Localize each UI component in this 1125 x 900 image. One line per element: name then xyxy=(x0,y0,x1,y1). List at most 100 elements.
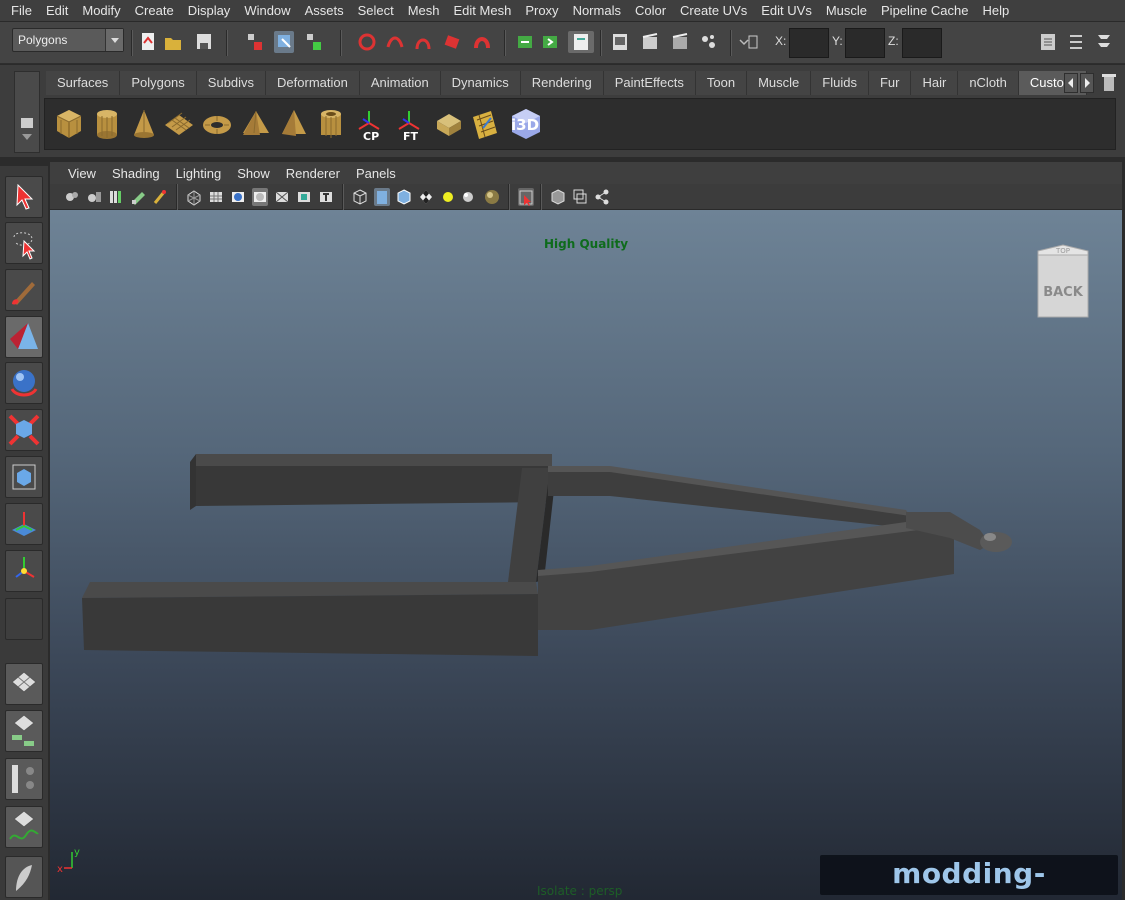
tab-fur[interactable]: Fur xyxy=(868,71,912,95)
view-cube[interactable]: TOP BACK xyxy=(1034,241,1092,321)
z-coord-field[interactable] xyxy=(902,28,942,58)
poly-pyramid-icon[interactable] xyxy=(278,107,310,141)
move-tool-button[interactable] xyxy=(5,550,43,592)
x-coord-field[interactable] xyxy=(789,28,829,58)
tab-dynamics[interactable]: Dynamics xyxy=(440,71,521,95)
menu-edit[interactable]: Edit xyxy=(39,0,75,22)
select-object-icon[interactable] xyxy=(274,31,294,53)
menu-color[interactable]: Color xyxy=(628,0,673,22)
attribute-editor-toggle-icon[interactable] xyxy=(1038,31,1058,53)
save-scene-icon[interactable] xyxy=(194,31,214,53)
poly-torus-icon[interactable] xyxy=(201,107,233,141)
menu-help[interactable]: Help xyxy=(975,0,1016,22)
lights-icon[interactable] xyxy=(318,188,334,206)
menu-edit-mesh[interactable]: Edit Mesh xyxy=(447,0,519,22)
universal-manipulator-tool-button[interactable] xyxy=(5,316,43,358)
poly-cone-icon[interactable] xyxy=(128,107,160,141)
tab-hair[interactable]: Hair xyxy=(911,71,959,95)
shadows-icon[interactable] xyxy=(460,188,476,206)
trash-icon[interactable] xyxy=(1100,71,1118,93)
select-handle-mask-icon[interactable] xyxy=(357,31,377,53)
menu-assets[interactable]: Assets xyxy=(298,0,351,22)
y-coord-field[interactable] xyxy=(845,28,885,58)
box-icon[interactable] xyxy=(432,107,464,141)
single-perspective-layout-button[interactable] xyxy=(5,663,43,705)
tab-surfaces[interactable]: Surfaces xyxy=(46,71,121,95)
trailer-drawbar-model[interactable] xyxy=(50,210,1122,900)
tab-rendering[interactable]: Rendering xyxy=(520,71,604,95)
poly-plane-icon[interactable] xyxy=(163,107,195,141)
menu-select[interactable]: Select xyxy=(351,0,401,22)
wireframe-on-shaded-icon[interactable] xyxy=(396,188,412,206)
isolate-select-icon[interactable] xyxy=(518,188,534,206)
select-hierarchy-icon[interactable] xyxy=(245,31,265,53)
grease-pencil-icon[interactable] xyxy=(152,188,168,206)
tab-toon[interactable]: Toon xyxy=(695,71,748,95)
menu-pipeline-cache[interactable]: Pipeline Cache xyxy=(874,0,975,22)
select-curve-mask-icon[interactable] xyxy=(413,31,433,53)
menu-muscle[interactable]: Muscle xyxy=(819,0,874,22)
menu-set-selector[interactable]: Polygons xyxy=(12,28,124,52)
poly-cylinder-icon[interactable] xyxy=(91,107,123,141)
menu-create[interactable]: Create xyxy=(128,0,181,22)
textured-checker-icon[interactable] xyxy=(418,188,434,206)
select-surface-mask-icon[interactable] xyxy=(442,31,462,53)
panel-menu-view[interactable]: View xyxy=(60,166,104,181)
scale-tool-button[interactable] xyxy=(5,409,43,451)
paint-select-tool-button[interactable] xyxy=(5,269,43,311)
render-settings-icon[interactable] xyxy=(698,31,718,53)
menu-create-uvs[interactable]: Create UVs xyxy=(673,0,754,22)
menu-modify[interactable]: Modify xyxy=(75,0,127,22)
persp-graph-editor-layout-button[interactable] xyxy=(5,806,43,848)
tool-settings-toggle-icon[interactable] xyxy=(1066,31,1086,53)
wireframe-icon[interactable] xyxy=(186,188,202,206)
select-component-icon[interactable] xyxy=(304,31,324,53)
shelf-scroll-left-icon[interactable] xyxy=(1064,73,1078,93)
rotate-tool-button[interactable] xyxy=(5,362,43,404)
camera-attributes-icon[interactable] xyxy=(86,188,102,206)
snap-to-grid-icon[interactable] xyxy=(515,31,535,53)
menu-display[interactable]: Display xyxy=(181,0,238,22)
new-scene-icon[interactable] xyxy=(138,31,158,53)
last-used-tool-button[interactable] xyxy=(5,598,43,640)
tab-painteffects[interactable]: PaintEffects xyxy=(603,71,696,95)
tab-subdivs[interactable]: Subdivs xyxy=(196,71,267,95)
select-deform-mask-icon[interactable] xyxy=(472,31,492,53)
xray-active-components-icon[interactable] xyxy=(572,188,588,206)
feather-tool-button[interactable] xyxy=(5,856,43,898)
bookmarks-icon[interactable] xyxy=(108,188,124,206)
lasso-tool-button[interactable] xyxy=(5,222,43,264)
poly-prism-icon[interactable] xyxy=(240,107,272,141)
menu-file[interactable]: File xyxy=(4,0,39,22)
panel-menu-lighting[interactable]: Lighting xyxy=(168,166,230,181)
menu-normals[interactable]: Normals xyxy=(566,0,628,22)
resolution-gate-icon[interactable] xyxy=(594,188,610,206)
render-view-icon[interactable] xyxy=(610,31,630,53)
show-manipulator-tool-button[interactable] xyxy=(5,456,43,498)
tab-muscle[interactable]: Muscle xyxy=(747,71,812,95)
soft-mod-tool-button[interactable] xyxy=(5,503,43,545)
menu-edit-uvs[interactable]: Edit UVs xyxy=(754,0,819,22)
tab-ncloth[interactable]: nCloth xyxy=(958,71,1019,95)
shaded-icon[interactable] xyxy=(230,188,246,206)
texture-icon[interactable] xyxy=(296,188,312,206)
menu-mesh[interactable]: Mesh xyxy=(401,0,447,22)
input-line-menu-icon[interactable] xyxy=(738,31,758,53)
default-material-icon[interactable] xyxy=(252,188,268,206)
smooth-shade-all-icon[interactable] xyxy=(374,188,390,206)
xray-joints-icon[interactable] xyxy=(550,188,566,206)
xray-icon[interactable] xyxy=(274,188,290,206)
snap-to-point-icon[interactable] xyxy=(568,31,594,53)
use-all-lights-icon[interactable] xyxy=(440,188,456,206)
tab-deformation[interactable]: Deformation xyxy=(266,71,360,95)
shelf-scroll-right-icon[interactable] xyxy=(1080,73,1094,93)
channel-box-toggle-icon[interactable] xyxy=(1094,31,1114,53)
wireframe-cube-icon[interactable] xyxy=(352,188,368,206)
poly-cube-icon[interactable] xyxy=(53,107,85,141)
high-quality-render-icon[interactable] xyxy=(482,188,502,206)
tab-fluids[interactable]: Fluids xyxy=(811,71,869,95)
panel-menu-show[interactable]: Show xyxy=(229,166,278,181)
uv-grid-icon[interactable] xyxy=(469,107,501,141)
select-tool-button[interactable] xyxy=(5,176,43,218)
persp-outliner-layout-button[interactable] xyxy=(5,710,43,752)
